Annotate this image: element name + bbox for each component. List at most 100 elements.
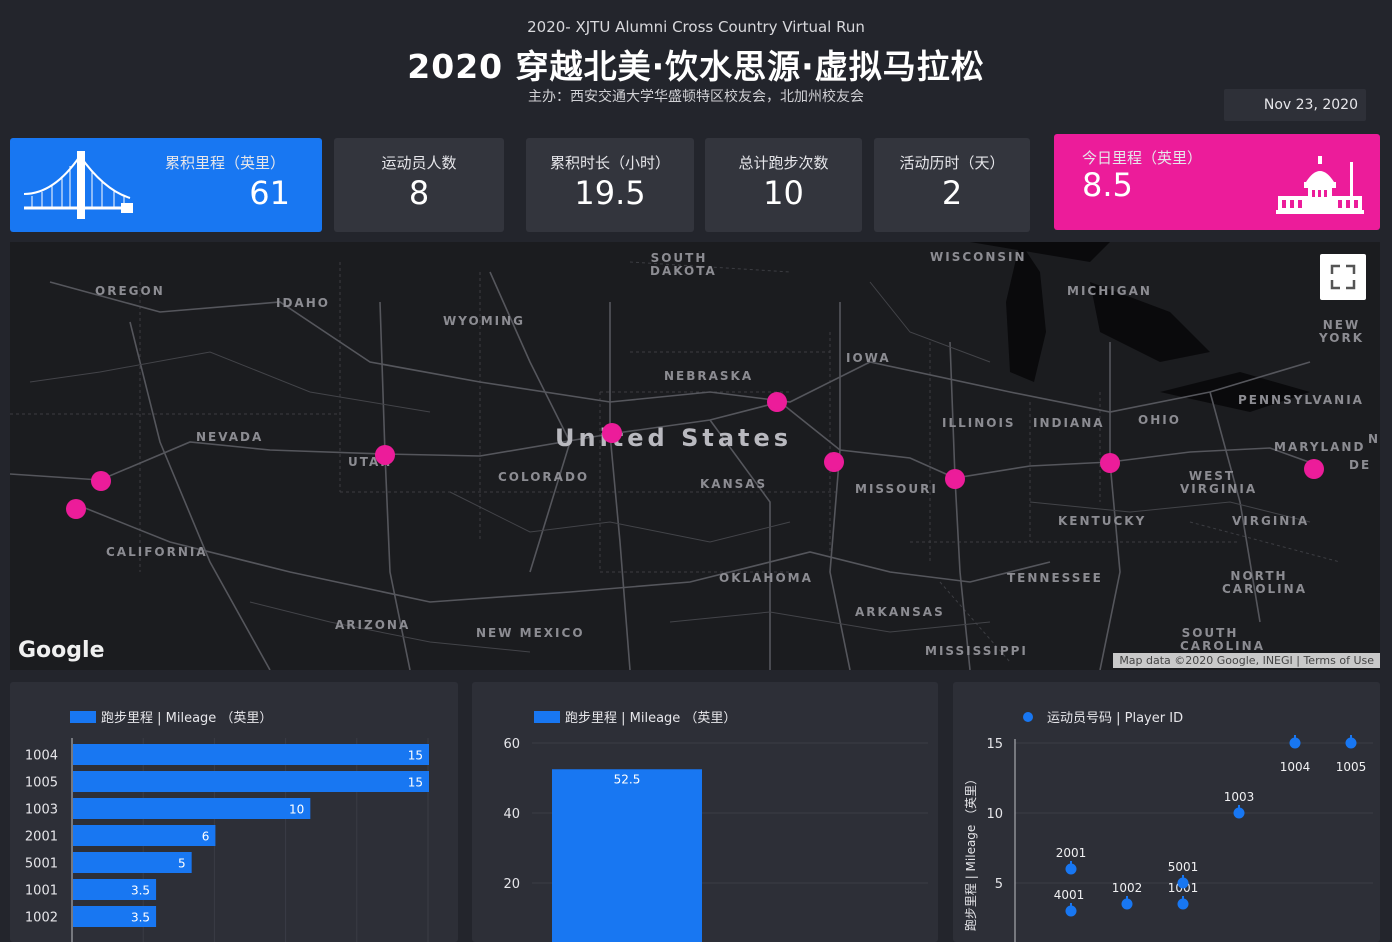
map-state-label: WISCONSIN	[930, 250, 1027, 264]
organizer-line: 主办：西安交通大学华盛顿特区校友会，北加州校友会	[528, 89, 864, 105]
kpi-value: 2	[941, 174, 963, 212]
kpi-today-mileage-card: 今日里程（英里） 8.5	[1054, 134, 1380, 230]
dashboard-subtitle: 2020- XJTU Alumni Cross Country Virtual …	[527, 18, 865, 36]
map-marker[interactable]	[66, 499, 86, 519]
map-state-label: MISSISSIPPI	[925, 644, 1028, 658]
map-state-label: OREGON	[95, 284, 165, 298]
map-state-label: KANSAS	[700, 477, 768, 491]
golden-gate-bridge-icon	[23, 151, 133, 219]
map-state-label: TENNESSEE	[1007, 571, 1103, 585]
map-state-label: OHIO	[1138, 413, 1181, 427]
map-marker[interactable]	[602, 423, 622, 443]
map-state-label: NORTH CAROLINA	[1222, 569, 1307, 596]
kpi-value: 8.5	[1082, 166, 1133, 204]
bar	[73, 825, 216, 846]
legend-swatch	[534, 711, 560, 723]
y-tick-label: 1003	[25, 803, 58, 818]
map-state-label: NEBRASKA	[664, 369, 754, 383]
map-state-label: INDIANA	[1033, 416, 1105, 430]
kpi-label: 累积时长（小时）	[549, 154, 670, 172]
point-label: 1004	[1280, 760, 1311, 774]
kpi-label: 总计跑步次数	[738, 154, 829, 172]
y-tick-label: 15	[986, 737, 1003, 752]
scatter-point	[1065, 863, 1077, 875]
y-tick-label: 60	[503, 737, 520, 752]
legend-dot	[1023, 712, 1033, 722]
map-attribution[interactable]: Map data ©2020 Google, INEGI | Terms of …	[1113, 653, 1380, 668]
data-label: 10	[289, 803, 304, 817]
map-state-label: CALIFORNIA	[106, 545, 208, 559]
map-state-label: KENTUCKY	[1058, 514, 1147, 528]
scatter-point	[1121, 898, 1133, 910]
fullscreen-button[interactable]	[1320, 254, 1366, 300]
map-marker[interactable]	[767, 392, 787, 412]
legend-label: 运动员号码 | Player ID	[1047, 711, 1184, 726]
y-tick-label: 10	[986, 807, 1003, 822]
google-logo: Google	[18, 638, 105, 663]
map-state-label: MICHIGAN	[1067, 284, 1152, 298]
kpi-duration-days-card: 活动历时（天） 2	[874, 138, 1030, 232]
y-tick-label: 5	[995, 877, 1003, 892]
date-range-control[interactable]: Nov 23, 2020	[1224, 89, 1366, 121]
scatter-point	[1233, 807, 1245, 819]
kpi-total-runs-card: 总计跑步次数 10	[705, 138, 862, 232]
data-label: 15	[408, 749, 423, 763]
kpi-total-hours-card: 累积时长（小时） 19.5	[526, 138, 694, 232]
kpi-value: 61	[249, 174, 290, 212]
point-label: 2001	[1056, 846, 1087, 860]
legend-label: 跑步里程 | Mileage （英里）	[101, 711, 273, 726]
data-label: 52.5	[614, 772, 641, 786]
kpi-value: 8	[408, 174, 430, 212]
map-marker[interactable]	[824, 452, 844, 472]
scatter-point	[1345, 737, 1357, 749]
map-state-label: NEW YORK	[1318, 318, 1364, 345]
us-map[interactable]: OREGON IDAHO WYOMING SOUTH DAKOTA WISCON…	[10, 242, 1380, 670]
point-label: 1002	[1112, 881, 1143, 895]
kpi-label: 活动历时（天）	[899, 154, 1005, 172]
map-marker[interactable]	[375, 445, 395, 465]
map-state-label: ARIZONA	[335, 618, 411, 632]
map-state-label: MISSOURI	[855, 482, 938, 496]
map-state-label: ILLINOIS	[942, 416, 1016, 430]
point-label: 1005	[1336, 760, 1367, 774]
player-scatter-panel: 运动员号码 | Player ID 15 10 5 跑步里程 | Mileage （英…	[953, 682, 1380, 942]
map-state-label: NEVADA	[196, 430, 264, 444]
map-state-label: PENNSYLVANIA	[1238, 393, 1364, 407]
map-state-label: COLORADO	[498, 470, 590, 484]
y-tick-label: 1004	[25, 749, 58, 764]
map-state-label: OKLAHOMA	[719, 571, 813, 585]
y-tick-label: 2001	[25, 830, 58, 845]
fullscreen-icon	[1330, 264, 1356, 290]
map-state-label: DE	[1349, 458, 1372, 472]
y-tick-label: 1005	[25, 776, 58, 791]
y-axis-title: 跑步里程 | Mileage （英里）	[963, 773, 978, 931]
map-state-label: WEST VIRGINIA	[1180, 469, 1258, 496]
kpi-label: 运动员人数	[381, 154, 457, 172]
map-marker[interactable]	[945, 469, 965, 489]
map-state-label: IDAHO	[276, 296, 330, 310]
map-marker[interactable]	[1304, 459, 1324, 479]
map-state-label: SOUTH CAROLINA	[1180, 626, 1265, 653]
mileage-by-player-panel: 跑步里程 | Mileage （英里） 1004 15 1005 15 1003 10 20…	[10, 682, 458, 942]
map-marker[interactable]	[91, 471, 111, 491]
legend-label: 跑步里程 | Mileage （英里）	[565, 711, 737, 726]
map-state-label: IOWA	[846, 351, 891, 365]
point-label: 5001	[1168, 860, 1199, 874]
y-tick-label: 5001	[25, 857, 58, 872]
map-state-label: WYOMING	[443, 314, 525, 328]
scatter-point	[1177, 877, 1189, 889]
map-marker[interactable]	[1100, 453, 1120, 473]
map-state-label: NEW MEXICO	[476, 626, 585, 640]
bar	[73, 852, 192, 873]
data-label: 5	[178, 857, 186, 871]
bar	[73, 744, 429, 765]
data-label: 3.5	[131, 884, 150, 898]
chart-legend: 运动员号码 | Player ID	[1023, 707, 1183, 726]
total-mileage-panel: 跑步里程 | Mileage （英里） 60 40 20 52.5	[472, 682, 938, 942]
scatter-point	[1177, 898, 1189, 910]
bar	[73, 771, 429, 792]
y-tick-label: 20	[503, 877, 520, 892]
map-state-label: MARYLAND	[1274, 440, 1366, 454]
kpi-athletes-card: 运动员人数 8	[334, 138, 504, 232]
map-state-label: SOUTH DAKOTA	[650, 251, 717, 278]
